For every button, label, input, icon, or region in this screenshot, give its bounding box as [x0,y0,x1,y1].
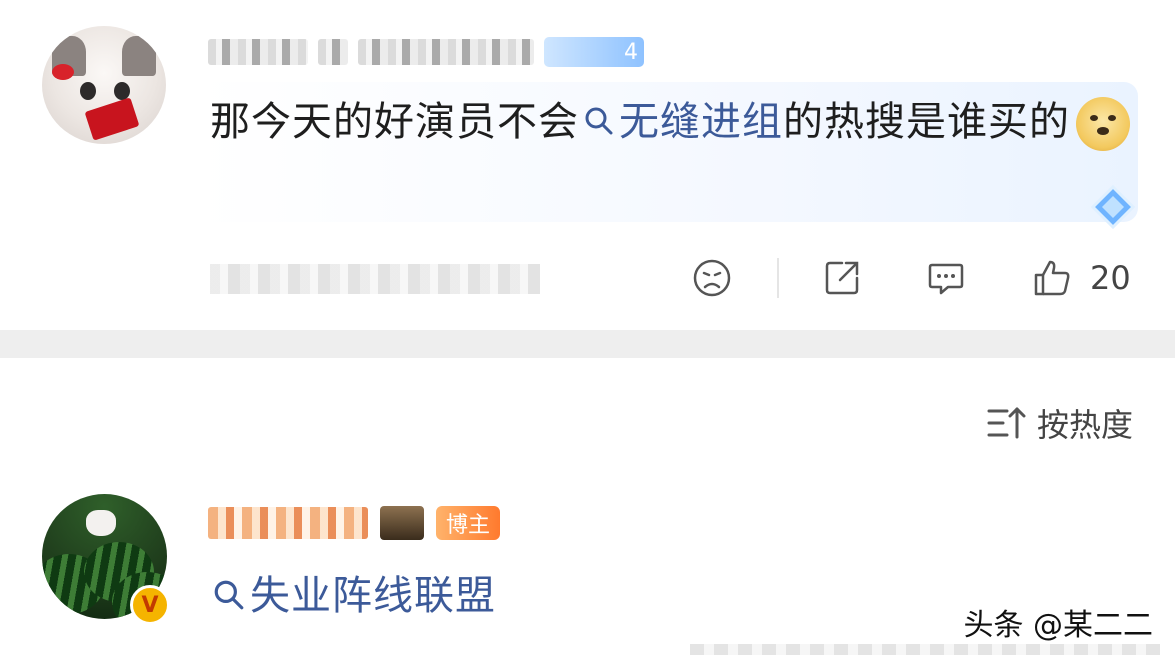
comment-text-part: 的热搜是谁买的 [783,99,1070,145]
sad-face-icon [693,259,731,297]
avatar[interactable] [42,26,166,144]
section-divider [0,330,1175,358]
share-button[interactable] [822,256,862,300]
blurred-username [318,39,348,65]
dislike-button[interactable] [692,256,732,300]
topic-link-label: 失业阵线联盟 [250,573,496,619]
thumbs-up-icon [1034,260,1070,296]
bow-decoration [52,64,74,80]
comment-text-part: 那今天的好演员不会 [210,99,579,145]
blurred-username[interactable] [208,507,368,539]
level-number: 4 [624,39,638,65]
search-icon [585,107,613,135]
divider [777,258,779,298]
cat-ear [122,36,156,76]
level-badge[interactable]: 4 [544,37,644,67]
comment-icon [928,263,964,295]
action-bar: 20 [0,250,1175,310]
sort-icon [987,407,1026,439]
blurred-meta [690,644,1160,655]
reply-button[interactable] [926,256,966,300]
cat-figure [86,510,116,536]
topic-link-label: 无缝进组 [619,99,783,145]
comment-text: 那今天的好演员不会 无缝进组的热搜是谁买的 [210,92,1130,152]
cat-eye [80,82,96,100]
username-row: 博主 [208,500,501,546]
verified-letter: V [141,592,159,618]
diamond-icon [1090,184,1136,230]
topic-link[interactable]: 失业阵线联盟 [212,568,496,624]
topic-link[interactable]: 无缝进组 [579,99,783,145]
comment-item: 4 那今天的好演员不会 无缝进组的热搜是谁买的 20 [0,0,1175,330]
sort-button[interactable]: 按热度 [987,400,1133,446]
author-badge: 博主 [436,506,501,540]
blurred-username [358,39,534,65]
like-count: 20 [1090,259,1131,297]
share-icon [825,261,859,295]
watermark: 头条 @某二二 [959,600,1157,644]
blurred-meta [210,264,540,294]
verified-badge: V [130,585,170,625]
red-envelope [84,97,140,141]
blurred-username[interactable] [208,39,308,65]
sort-label: 按热度 [1036,406,1133,444]
crown-icon [380,506,424,540]
search-icon [214,580,244,610]
like-button[interactable]: 20 [1032,256,1131,300]
username-row: 4 [208,32,644,72]
doge-emoji-icon [1076,97,1130,151]
